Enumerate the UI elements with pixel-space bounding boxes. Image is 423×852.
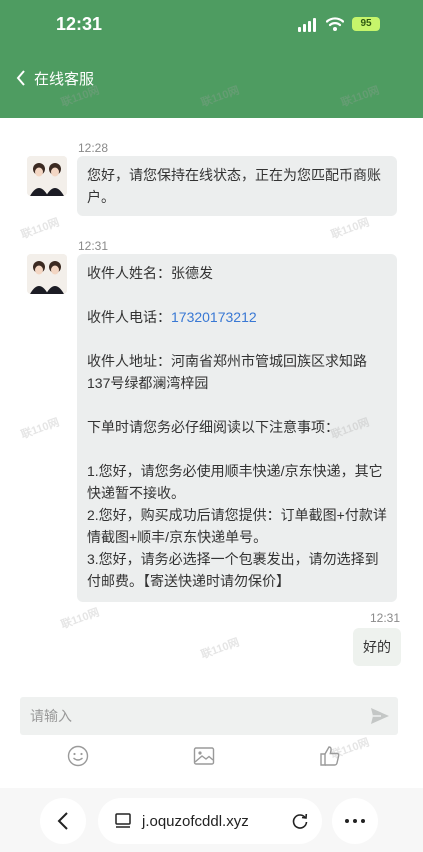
composer-toolbar <box>0 740 423 774</box>
message-time: 12:31 <box>370 611 401 625</box>
more-button[interactable] <box>332 798 378 844</box>
notice-title: 下单时请您务必仔细阅读以下注意事项： <box>87 419 339 435</box>
more-dot <box>361 819 365 823</box>
agent-avatar <box>27 254 67 294</box>
more-dot <box>353 819 357 823</box>
back-button[interactable]: 在线客服 <box>16 66 94 90</box>
notice-item-3: 3.您好，请务必选择一个包裹发出，请勿选择到付邮费。【寄送快递时请勿保价】 <box>87 551 379 589</box>
notice-item-2: 2.您好，购买成功后请您提供：订单截图+付款详情截图+顺丰/京东快递单号。 <box>87 507 387 545</box>
url-text[interactable]: j.oquzofcddl.xyz <box>142 813 249 830</box>
wifi-icon <box>326 17 344 31</box>
recipient-phone-label: 收件人电话： <box>87 309 171 325</box>
page-menu-icon[interactable] <box>114 812 132 830</box>
agent-avatar <box>27 156 67 196</box>
chevron-left-icon <box>57 812 68 830</box>
recipient-name-label: 收件人姓名： <box>87 265 171 281</box>
recipient-name-value: 张德发 <box>171 265 213 281</box>
send-icon[interactable] <box>370 706 390 726</box>
battery-indicator: 95 <box>352 17 380 31</box>
message-input[interactable] <box>20 697 360 735</box>
message-time: 12:28 <box>78 141 109 155</box>
nav-bar: 在线客服 <box>0 56 423 118</box>
own-message-bubble: 好的 <box>353 628 401 666</box>
emoji-icon[interactable] <box>66 744 90 768</box>
composer <box>20 697 398 735</box>
status-bar: 12:31 95 <box>0 0 423 56</box>
message-time: 12:31 <box>78 239 109 253</box>
message-text: 您好，请您保持在线状态，正在为您匹配币商账户。 <box>87 167 381 205</box>
browser-back-button[interactable] <box>40 798 86 844</box>
browser-toolbar: j.oquzofcddl.xyz <box>0 788 423 852</box>
notice-item-1: 1.您好，请您务必使用顺丰快递/京东快递，其它快递暂不接收。 <box>87 463 383 501</box>
signal-icon <box>298 18 318 32</box>
chat-area[interactable]: 12:28 您好，请您保持在线状态，正在为您匹配币商账户。 12:31 收件人姓… <box>0 118 423 694</box>
reload-icon[interactable] <box>290 811 310 831</box>
message-text: 好的 <box>363 639 391 655</box>
image-icon[interactable] <box>192 744 216 768</box>
recipient-address-label: 收件人地址： <box>87 353 171 369</box>
address-bar[interactable]: j.oquzofcddl.xyz <box>98 798 322 844</box>
nav-title: 在线客服 <box>34 70 95 88</box>
message-bubble: 收件人姓名：张德发 收件人电话：17320173212 收件人地址：河南省郑州市… <box>77 254 397 602</box>
status-time: 12:31 <box>56 14 103 34</box>
more-dot <box>345 819 349 823</box>
thumbs-up-icon[interactable] <box>318 744 342 768</box>
recipient-phone-link[interactable]: 17320173212 <box>171 309 257 325</box>
message-bubble: 您好，请您保持在线状态，正在为您匹配币商账户。 <box>77 156 397 216</box>
chevron-left-icon <box>16 70 25 86</box>
